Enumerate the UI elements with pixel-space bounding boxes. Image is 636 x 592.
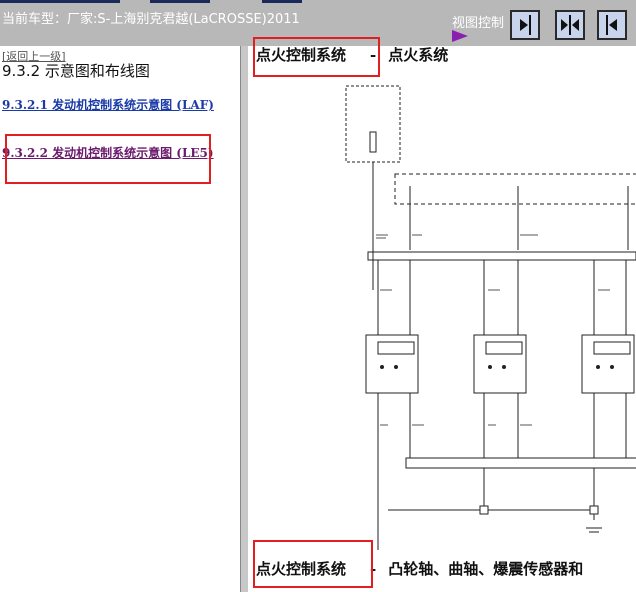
- pane-splitter[interactable]: [240, 46, 248, 592]
- play-icon[interactable]: [452, 30, 468, 42]
- arrow-right-icon: [520, 15, 531, 35]
- expand-right-button[interactable]: [510, 10, 540, 40]
- arrow-left-icon: [606, 15, 617, 35]
- highlight-box: [253, 540, 373, 588]
- split-view-button[interactable]: [555, 10, 585, 40]
- toc-pane: [返回上一级] 9.3.2 示意图和布线图 9.3.2.1 发动机控制系统示意图…: [0, 46, 240, 592]
- toc-item-laf[interactable]: 9.3.2.1 发动机控制系统示意图 (LAF): [2, 98, 222, 113]
- heading-subtitle: 凸轮轴、曲轴、爆震传感器和: [388, 560, 584, 578]
- view-control-label: 视图控制: [452, 16, 505, 31]
- vehicle-info: 当前车型：厂家:S-上海别克君越(LaCROSSE)2011: [2, 12, 300, 27]
- split-icon: [561, 15, 579, 35]
- top-strip: [150, 0, 210, 3]
- highlight-box: [5, 134, 211, 184]
- heading-subtitle: 点火系统: [388, 46, 449, 64]
- top-strip: [262, 0, 302, 3]
- section-title: 9.3.2 示意图和布线图: [2, 62, 150, 80]
- top-strip: [0, 0, 120, 3]
- wiring-diagram: [345, 85, 636, 550]
- highlight-box: [253, 37, 380, 77]
- collapse-left-button[interactable]: [597, 10, 627, 40]
